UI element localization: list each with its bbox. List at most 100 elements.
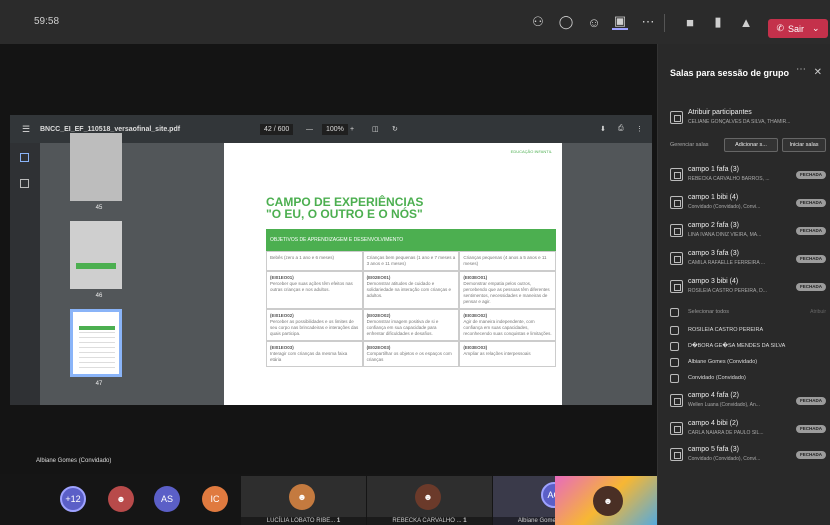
avatar-initials[interactable]: IC: [202, 486, 228, 512]
table-header-cell: Bebês (zero a 1 ano e 6 meses): [266, 251, 363, 271]
status-badge: FECHADA: [796, 227, 826, 235]
reactions-icon[interactable]: ☺: [586, 14, 602, 30]
room-icon: [670, 224, 683, 237]
room-item[interactable]: campo 4 bibi (2) CARLA NAIARA DE PAULO S…: [666, 418, 828, 442]
thumbnail-panel: 45 46 47: [40, 133, 158, 405]
participant-row[interactable]: Albiane Gomes (Convidado): [666, 356, 828, 370]
room-members: CARLA NAIARA DE PAULO SIL...: [688, 430, 764, 436]
page-indicator[interactable]: 42 / 600: [260, 123, 294, 135]
avatar: ☻: [593, 486, 623, 516]
zoom-in-icon[interactable]: +: [350, 126, 354, 133]
room-members: LINA IVANA DINIZ VIEIRA, MA...: [688, 232, 762, 238]
microphone-icon[interactable]: ▮: [710, 14, 726, 30]
room-item[interactable]: campo 1 fafa (3) REBECKA CARVALHO BARROS…: [666, 164, 828, 188]
select-all-row[interactable]: Selecionar todos Atribuir: [666, 306, 828, 320]
participant-row[interactable]: D�BORA GE�SA MENDES DA SILVA: [666, 340, 828, 354]
room-item[interactable]: campo 3 bibi (4) ROSILEIA CASTRO PEREIRA…: [666, 276, 828, 300]
avatar: ☻: [289, 484, 315, 510]
cell-text: Perceber que suas ações têm efeitos nas …: [270, 281, 353, 292]
room-item[interactable]: campo 4 fafa (2) Wellen Luana (Convidado…: [666, 390, 828, 414]
room-item[interactable]: campo 5 fafa (3) Convidado (Convidado), …: [666, 444, 828, 468]
thumbnail-number: 46: [95, 293, 103, 299]
participant-checkbox[interactable]: [670, 374, 679, 383]
table-header-cell: Crianças bem pequenas (1 ano e 7 meses a…: [362, 251, 460, 271]
table-cell: (EI02EO03) Compartilhar os objetos e os e…: [362, 341, 460, 367]
pdf-page: EDUCAÇÃO INFANTIL CAMPO DE EXPERIÊNCIAS …: [224, 143, 562, 405]
participant-name: D�BORA GE�SA MENDES DA SILVA: [688, 343, 786, 349]
participant-tile[interactable]: ☻ LUCÍLIA LOBATO RIBE... 1: [241, 476, 366, 525]
room-members: Convidado (Convidado), Convi...: [688, 456, 761, 462]
room-icon: [670, 448, 683, 461]
participant-row[interactable]: Convidado (Convidado): [666, 372, 828, 386]
more-options-icon[interactable]: ⋯: [640, 14, 656, 30]
breakout-rooms-icon[interactable]: ▣: [612, 13, 628, 30]
participant-checkbox[interactable]: [670, 326, 679, 335]
objectives-table: Bebês (zero a 1 ano e 6 meses) Crianças …: [266, 251, 556, 405]
share-screen-icon[interactable]: ▲: [738, 14, 754, 30]
room-item[interactable]: campo 1 bibi (4) Convidado (Convidado), …: [666, 192, 828, 216]
people-icon[interactable]: ⚇: [530, 14, 546, 30]
page-title: CAMPO DE EXPERIÊNCIAS "O EU, O OUTRO E O…: [266, 196, 423, 220]
page-title-line-2: "O EU, O OUTRO E O NÓS": [266, 207, 423, 221]
participant-checkbox[interactable]: [670, 358, 679, 367]
self-video-tile[interactable]: ☻: [555, 476, 657, 525]
avatar[interactable]: ☻: [108, 486, 134, 512]
download-icon[interactable]: ⬇: [600, 125, 606, 133]
room-members: Wellen Luana (Convidado), An...: [688, 402, 760, 408]
manage-rooms-label[interactable]: Gerenciar salas: [670, 142, 709, 148]
close-icon[interactable]: ✕: [814, 67, 822, 78]
meeting-toolbar: 59:58 ⚇ ◯ ☺ ▣ ⋯ ■ ▮ ▲ ✆ Sair ⌄: [0, 0, 830, 44]
chat-icon[interactable]: ◯: [558, 14, 574, 30]
cell-text: Demonstrar empatia pelos outros, percebe…: [463, 281, 550, 304]
cell-text: Demonstrar atitudes de cuidado e solidar…: [366, 281, 451, 298]
room-icon: [670, 422, 683, 435]
thumbnail-page[interactable]: [70, 133, 122, 201]
more-options-icon[interactable]: ⋯: [796, 64, 806, 75]
participant-tile[interactable]: ☻ REBECKA CARVALHO ... 1: [367, 476, 492, 525]
more-participants[interactable]: +12: [60, 486, 86, 512]
cell-text: Compartilhar os objetos e os espaços com…: [366, 351, 452, 362]
room-item[interactable]: campo 2 fafa (3) LINA IVANA DINIZ VIEIRA…: [666, 220, 828, 244]
participant-checkbox[interactable]: [670, 342, 679, 351]
select-all-checkbox[interactable]: [670, 308, 679, 317]
rotate-icon[interactable]: ↻: [392, 125, 398, 133]
room-members: Convidado (Convidado), Convi...: [688, 204, 761, 210]
more-vert-icon[interactable]: ⋮: [636, 125, 643, 133]
panel-title: Salas para sessão de grupo: [670, 68, 790, 78]
avatar-initials[interactable]: AS: [154, 486, 180, 512]
print-icon[interactable]: ⎙: [618, 125, 624, 133]
start-rooms-button[interactable]: Iniciar salas: [782, 138, 826, 152]
leave-button[interactable]: ✆ Sair ⌄: [768, 19, 828, 38]
room-name: campo 4 bibi (2): [688, 420, 739, 427]
zoom-out-icon[interactable]: —: [306, 126, 313, 133]
leave-label: Sair: [787, 23, 804, 34]
assign-button[interactable]: Atribuir: [810, 309, 826, 315]
chevron-down-icon[interactable]: ⌄: [812, 23, 820, 34]
meeting-timer: 59:58: [34, 16, 60, 27]
status-badge: FECHADA: [796, 397, 826, 405]
status-badge: FECHADA: [796, 425, 826, 433]
fit-page-icon[interactable]: ◫: [372, 125, 379, 133]
thumbnails-icon[interactable]: [20, 153, 29, 162]
room-item[interactable]: campo 3 fafa (3) CAMILA RAFAELLE FERREIR…: [666, 248, 828, 272]
status-badge: FECHADA: [796, 451, 826, 459]
camera-icon[interactable]: ■: [682, 14, 698, 30]
menu-icon[interactable]: ☰: [22, 124, 30, 135]
participant-name: Convidado (Convidado): [688, 375, 746, 381]
participant-row[interactable]: ROSILEIA CASTRO PEREIRA: [666, 324, 828, 338]
outline-icon[interactable]: [20, 179, 29, 188]
assign-participants[interactable]: Atribuir participantes CELIANE GONÇALVES…: [666, 107, 828, 131]
thumbnail-number: 45: [95, 205, 103, 211]
room-name: campo 3 bibi (4): [688, 278, 739, 285]
cell-text: Perceber as possibilidades e os limites …: [270, 319, 359, 336]
add-rooms-button[interactable]: Adicionar s...: [724, 138, 778, 152]
tile-name: REBECKA CARVALHO ... 1: [367, 517, 492, 525]
presenter-name: Albiane Gomes (Convidado): [36, 458, 112, 464]
room-name: campo 4 fafa (2): [688, 392, 739, 399]
pdf-filename: BNCC_EI_EF_110518_versaofinal_site.pdf: [40, 125, 181, 133]
thumbnail-page[interactable]: [70, 221, 122, 289]
table-cell: (EI01EO01) Perceber que suas ações têm ef…: [266, 271, 363, 309]
table-cell: (EI02EO01) Demonstrar atitudes de cuidado…: [362, 271, 460, 309]
thumbnail-page-selected[interactable]: [70, 309, 122, 377]
zoom-level[interactable]: 100%: [322, 123, 348, 135]
